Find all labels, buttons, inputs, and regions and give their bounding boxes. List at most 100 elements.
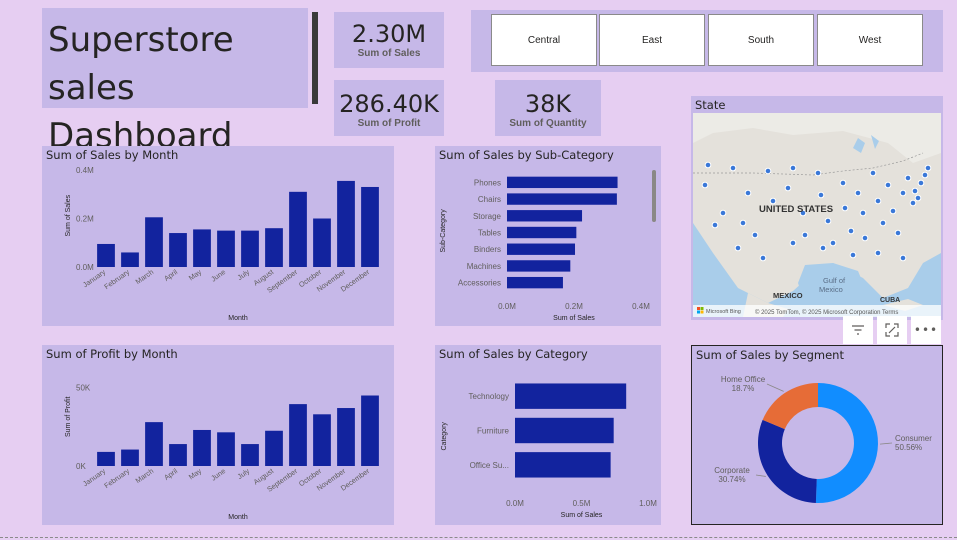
bar — [289, 404, 307, 466]
bar — [121, 252, 139, 267]
x-tick-label: 0.0M — [498, 302, 516, 311]
x-tick-label: 1.0M — [639, 499, 657, 508]
x-tick-label: April — [162, 267, 179, 283]
map-label-cuba: CUBA — [880, 297, 900, 304]
segment-percent: 18.7% — [732, 384, 755, 393]
region-slicer: Central East South West — [471, 10, 943, 72]
bar — [193, 429, 211, 466]
bar — [169, 233, 187, 267]
bar — [145, 217, 163, 267]
map-label-mexico: MEXICO — [773, 291, 803, 300]
bar — [169, 444, 187, 466]
visual-sales-by-subcategory[interactable]: Sum of Sales by Sub-Category Phones Chair… — [435, 146, 661, 326]
bar — [507, 276, 563, 289]
map-label-gulf-line1: Gulf of — [823, 276, 846, 285]
bar — [265, 228, 283, 267]
title-line-1: Superstore sales — [48, 20, 234, 108]
x-tick-label: July — [236, 466, 252, 481]
visual-sales-by-segment[interactable]: Sum of Sales by Segment Consumer 50.56% Co… — [691, 345, 943, 525]
leader-line — [879, 442, 893, 445]
bar — [313, 414, 331, 466]
y-axis-title: Category — [441, 422, 448, 451]
y-tick-label: 0.2M — [76, 215, 94, 224]
kpi-sales-label: Sum of Sales — [357, 48, 421, 59]
visual-sales-by-month[interactable]: Sum of Sales by Month 0.0M 0.2M 0.4M Sum of… — [42, 146, 394, 326]
slicer-button-south[interactable]: South — [708, 14, 814, 66]
bar — [337, 180, 355, 267]
bar — [121, 449, 139, 466]
bar — [507, 210, 583, 222]
x-tick-label: July — [236, 267, 252, 282]
map-label-gulf-line2: Mexico — [819, 285, 843, 294]
kpi-quantity-label: Sum of Quantity — [509, 118, 587, 129]
y-tick-label: Tables — [478, 229, 501, 238]
bar — [265, 430, 283, 466]
slicer-button-east[interactable]: East — [599, 14, 705, 66]
more-options-icon[interactable]: ••• — [911, 316, 941, 344]
donut-slice — [815, 383, 878, 503]
y-tick-label: Furniture — [477, 427, 510, 436]
y-tick-label: Office Su... — [470, 461, 509, 470]
bar — [313, 218, 331, 267]
x-tick-label: February — [102, 267, 131, 291]
x-tick-label: June — [209, 267, 227, 283]
y-tick-label: Machines — [467, 262, 501, 271]
sales-by-subcategory-chart: Phones Chairs Storage Tables Binders Machines… — [440, 170, 656, 322]
scrollbar — [652, 170, 656, 222]
bar — [289, 191, 307, 267]
bar — [217, 432, 235, 466]
map-canvas[interactable]: UNITED STATES MEXICO Gulf of Mexico CUBA… — [693, 113, 941, 317]
bar — [507, 243, 576, 255]
visual-state-map[interactable]: State UNITED STATES MEXICO Gulf of Mexic… — [691, 96, 943, 320]
kpi-card-profit[interactable]: 286.40K Sum of Profit — [334, 80, 444, 136]
y-tick-label: 50K — [76, 384, 91, 393]
slicer-button-central[interactable]: Central — [491, 14, 597, 66]
map-label-us: UNITED STATES — [759, 204, 833, 215]
kpi-profit-value: 286.40K — [339, 90, 439, 118]
bar — [145, 422, 163, 466]
bar — [217, 230, 235, 267]
filter-icon[interactable] — [843, 316, 873, 344]
visual-title: State — [695, 98, 726, 112]
title-accent-bar — [312, 12, 318, 104]
bar — [97, 451, 115, 466]
leader-line — [766, 383, 784, 392]
bar — [515, 452, 611, 478]
bar — [97, 243, 115, 267]
x-tick-label: June — [209, 466, 227, 482]
visual-profit-by-month[interactable]: Sum of Profit by Month 0K 50K Sum of Profi… — [42, 345, 394, 525]
y-tick-label: 0K — [76, 462, 86, 471]
x-tick-label: May — [187, 466, 204, 481]
y-axis-title: Sum of Sales — [65, 194, 72, 236]
y-tick-label: Storage — [473, 212, 502, 221]
y-tick-label: Chairs — [478, 195, 501, 204]
segment-label: Consumer — [895, 434, 932, 443]
bar — [507, 176, 618, 189]
segment-label: Corporate — [714, 466, 750, 475]
kpi-card-quantity[interactable]: 38K Sum of Quantity — [495, 80, 601, 136]
y-tick-label: Technology — [469, 392, 509, 401]
map-bing-logo: Microsoft Bing — [706, 309, 741, 315]
sales-by-category-chart: Technology Furniture Office Su... 0.0M 0.5M 1… — [441, 383, 657, 519]
x-tick-label: February — [102, 466, 131, 490]
y-tick-label: Accessories — [458, 279, 501, 288]
bar — [193, 229, 211, 267]
x-tick-label: May — [187, 267, 204, 282]
x-axis-title: Sum of Sales — [553, 315, 595, 322]
segment-percent: 30.74% — [718, 475, 745, 484]
kpi-card-sales[interactable]: 2.30M Sum of Sales — [334, 12, 444, 68]
focus-mode-icon[interactable] — [877, 316, 907, 344]
sales-by-segment-chart: Consumer50.56% Corporate30.74% Home Office… — [714, 375, 932, 503]
y-tick-label: 0.0M — [76, 263, 94, 272]
bar — [507, 226, 577, 239]
profit-by-month-chart: 0K50KSum of ProfitJanuaryFebruary March Ap… — [65, 384, 379, 521]
leader-line — [755, 474, 766, 477]
y-axis-title: Sub-Category — [440, 209, 447, 253]
visual-sales-by-category[interactable]: Sum of Sales by Category Technology Furni… — [435, 345, 661, 525]
bar — [337, 408, 355, 466]
sales-by-month-chart: 0.0M0.2M0.4MSum of SalesJanuaryFebruary M… — [65, 166, 379, 322]
y-axis-title: Sum of Profit — [65, 396, 72, 437]
kpi-profit-label: Sum of Profit — [357, 118, 421, 129]
map-attribution[interactable]: © 2025 TomTom, © 2025 Microsoft Corporat… — [755, 309, 898, 316]
slicer-button-west[interactable]: West — [817, 14, 923, 66]
